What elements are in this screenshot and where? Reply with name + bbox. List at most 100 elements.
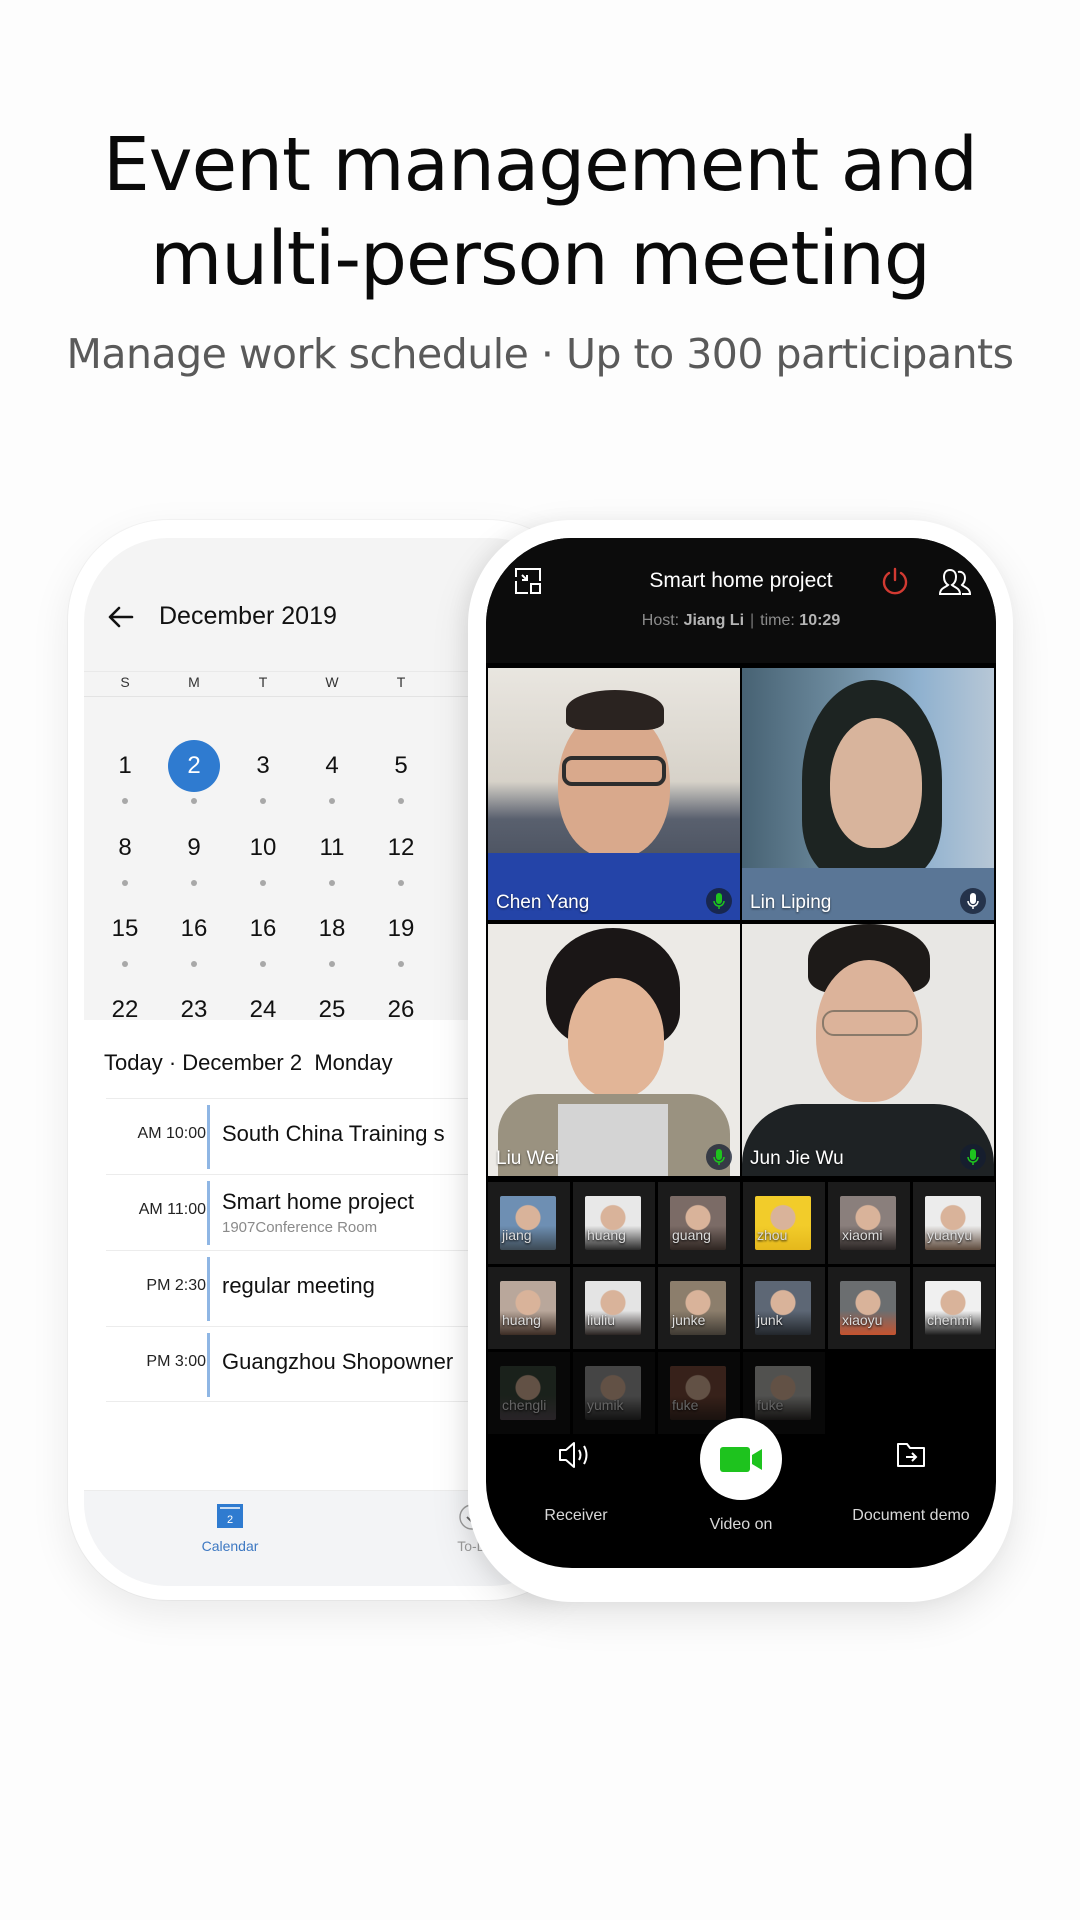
calendar-day[interactable]: 9 [166, 820, 222, 876]
event-title: Smart home project [222, 1189, 414, 1214]
today-date: December 2 [182, 1050, 303, 1075]
event-indicator-dot [329, 798, 335, 804]
day-number: 5 [394, 752, 408, 779]
document-demo-button[interactable]: Document demo [836, 1438, 986, 1525]
participants-icon[interactable] [938, 568, 972, 596]
calendar-day[interactable]: 12 [373, 820, 429, 876]
event-indicator-dot [260, 798, 266, 804]
meeting-title: Smart home project [649, 569, 833, 592]
calendar-day[interactable]: 16 [235, 901, 291, 957]
event-title: Guangzhou Shopowner [222, 1349, 454, 1374]
video-toggle-button[interactable] [700, 1418, 782, 1500]
calendar-day[interactable]: 19 [373, 901, 429, 957]
event-indicator-dot [398, 961, 404, 967]
calendar-day[interactable]: 1 [97, 738, 153, 794]
participant-name: yuanyu [927, 1227, 973, 1243]
svg-text:2: 2 [227, 1514, 233, 1526]
weekday-label: T [396, 674, 406, 690]
mic-icon [960, 1144, 986, 1170]
event-indicator-dot [260, 961, 266, 967]
calendar-day[interactable]: 18 [304, 901, 360, 957]
event-title: regular meeting [222, 1273, 375, 1298]
meeting-controls: Receiver Video on Document demo [486, 1418, 996, 1568]
participant-name: yumik [587, 1397, 624, 1413]
participant-name: zhou [757, 1227, 788, 1243]
participant-name: Liu Wei [496, 1148, 560, 1169]
event-title: South China Training s [222, 1121, 445, 1146]
event-bar [207, 1257, 210, 1321]
participant-name: chengli [502, 1397, 547, 1413]
weekday-label: T [258, 674, 268, 690]
day-number: 4 [325, 752, 339, 779]
participant-name: fuke [672, 1397, 699, 1413]
participant-name: junk [757, 1312, 783, 1328]
tab-label: Calendar [201, 1538, 259, 1554]
calendar-day[interactable]: 15 [97, 901, 153, 957]
participant-name: xiaoyu [842, 1312, 883, 1328]
event-indicator-dot [329, 961, 335, 967]
participant-thumbnail[interactable]: guang [658, 1182, 740, 1264]
day-number: 16 [180, 915, 208, 942]
participant-name: huang [502, 1312, 541, 1328]
separator: | [750, 612, 755, 629]
event-indicator-dot [191, 961, 197, 967]
day-number: 1 [118, 752, 132, 779]
video-tile[interactable]: Lin Liping [742, 668, 994, 920]
weekday-label: W [325, 674, 339, 690]
day-number: 18 [318, 915, 346, 942]
folder-share-icon [897, 1443, 925, 1467]
participant-thumbnail[interactable]: chenmi [913, 1267, 995, 1349]
participant-name: chenmi [927, 1312, 973, 1328]
event-time: AM 10:00 [137, 1125, 206, 1142]
participant-name: guang [672, 1227, 711, 1243]
participant-thumbnail[interactable]: jiang [488, 1182, 570, 1264]
event-indicator-dot [260, 880, 266, 886]
participant-name: fuke [757, 1397, 784, 1413]
calendar-day[interactable]: 8 [97, 820, 153, 876]
participant-thumbnail[interactable]: xiaomi [828, 1182, 910, 1264]
day-number: 9 [187, 834, 201, 861]
arrow-left-icon[interactable] [106, 602, 136, 632]
day-number: 19 [387, 915, 415, 942]
participant-name: Chen Yang [496, 892, 590, 913]
calendar-day[interactable]: 5 [373, 738, 429, 794]
receiver-button[interactable]: Receiver [526, 1438, 626, 1525]
meeting-top-bar: Smart home project Host: Jiang Li | time: … [486, 538, 996, 663]
participant-thumbnail[interactable]: yuanyu [913, 1182, 995, 1264]
host-label: Host: [641, 612, 684, 629]
end-meeting-icon[interactable] [880, 566, 910, 596]
day-number: 8 [118, 834, 132, 861]
event-time: PM 2:30 [146, 1277, 206, 1294]
today-label: Today · [104, 1050, 183, 1075]
participant-thumbnail[interactable]: junke [658, 1267, 740, 1349]
speaker-icon [559, 1442, 588, 1468]
calendar-day[interactable]: 4 [304, 738, 360, 794]
calendar-day[interactable]: 16 [166, 901, 222, 957]
video-tile[interactable]: Liu Wei [488, 924, 740, 1176]
participant-thumbnail[interactable]: junk [743, 1267, 825, 1349]
event-time: AM 11:00 [138, 1201, 206, 1218]
participant-name: jiang [502, 1227, 532, 1243]
participant-thumbnail[interactable]: huang [488, 1267, 570, 1349]
participant-thumbnail[interactable]: zhou [743, 1182, 825, 1264]
participant-thumbnail[interactable]: huang [573, 1182, 655, 1264]
calendar-day[interactable]: 2 [166, 738, 222, 794]
weekday-label: M [188, 674, 200, 690]
calendar-day[interactable]: 11 [304, 820, 360, 876]
meeting-info: Host: Jiang Li | time: 10:29 [486, 612, 996, 630]
participant-thumbnail[interactable]: liuliu [573, 1267, 655, 1349]
calendar-month-title: December 2019 [159, 602, 337, 630]
document-demo-label: Document demo [852, 1507, 970, 1524]
calendar-day[interactable]: 10 [235, 820, 291, 876]
time-label: time: [760, 612, 800, 629]
event-bar [207, 1333, 210, 1397]
video-tile[interactable]: Chen Yang [488, 668, 740, 920]
event-indicator-dot [122, 880, 128, 886]
host-name: Jiang Li [683, 612, 745, 629]
participant-thumbnail[interactable]: xiaoyu [828, 1267, 910, 1349]
mic-icon [706, 888, 732, 914]
calendar-day[interactable]: 3 [235, 738, 291, 794]
video-tile[interactable]: Jun Jie Wu [742, 924, 994, 1176]
tab-calendar[interactable]: 2 Calendar [180, 1503, 280, 1554]
event-location: 1907Conference Room [222, 1219, 378, 1236]
